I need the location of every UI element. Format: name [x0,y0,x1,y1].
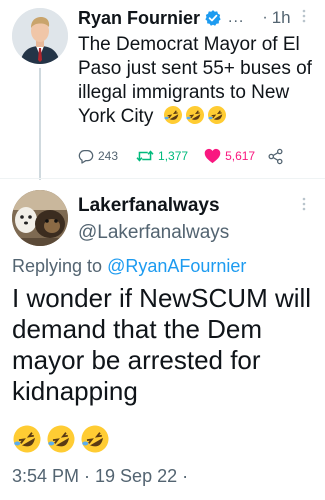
heart-icon [204,148,221,164]
retweet-icon [136,150,154,162]
tweet-divider [0,178,325,179]
thread-connector-line [39,68,41,180]
replying-to-line: Replying to @RyanAFournier [12,256,246,277]
reply-tweet-text: I wonder if NewSCUM will demand that the… [12,283,312,406]
avatar-ryan-fournier[interactable] [12,8,68,64]
avatar-image [12,190,68,246]
reply-author-name[interactable]: Lakerfanalways [78,195,220,217]
rofl-emoji-icon [47,425,75,453]
rofl-emoji-icon [163,106,182,124]
tweet-action-bar: 243 1,377 5,617 [78,146,288,166]
reply-count: 243 [98,149,119,163]
more-options-icon[interactable] [297,196,311,212]
reply-author-handle[interactable]: @Lakerfanalways [78,222,229,244]
reply-timestamp[interactable]: 3:54 PM · 19 Sep 22 · [12,466,188,487]
share-button[interactable] [267,148,288,165]
replying-to-label: Replying to [12,256,103,276]
tweet-time[interactable]: 1h [272,8,291,28]
replying-to-mention-link[interactable]: @RyanAFournier [107,256,246,276]
separator-dot: · [262,9,268,26]
truncation-ellipsis: ... [228,9,245,26]
reply-icon [78,150,94,164]
rofl-emoji-icon [207,106,226,124]
verified-badge-icon [204,9,222,27]
rofl-emoji-icon [13,425,41,453]
share-icon [268,148,283,164]
like-button[interactable]: 5,617 [204,148,255,164]
avatar-lakerfanalways[interactable] [12,190,68,246]
like-count: 5,617 [225,149,256,163]
author-name[interactable]: Ryan Fournier [78,8,200,29]
tweet-text: The Democrat Mayor of El Paso just sent … [78,33,318,129]
retweet-count: 1,377 [158,149,189,163]
parent-tweet[interactable]: Ryan Fournier ... · 1h The Democrat Mayo… [0,0,325,180]
emoji-group [163,105,227,125]
reply-button[interactable]: 243 [78,148,118,164]
rofl-emoji-icon [81,425,109,453]
parent-tweet-header: Ryan Fournier ... · 1h [78,6,291,30]
rofl-emoji-icon [185,106,204,124]
reply-emoji-group [12,424,110,454]
more-options-icon[interactable] [297,8,311,24]
avatar-image [12,8,68,64]
retweet-button[interactable]: 1,377 [136,148,188,164]
